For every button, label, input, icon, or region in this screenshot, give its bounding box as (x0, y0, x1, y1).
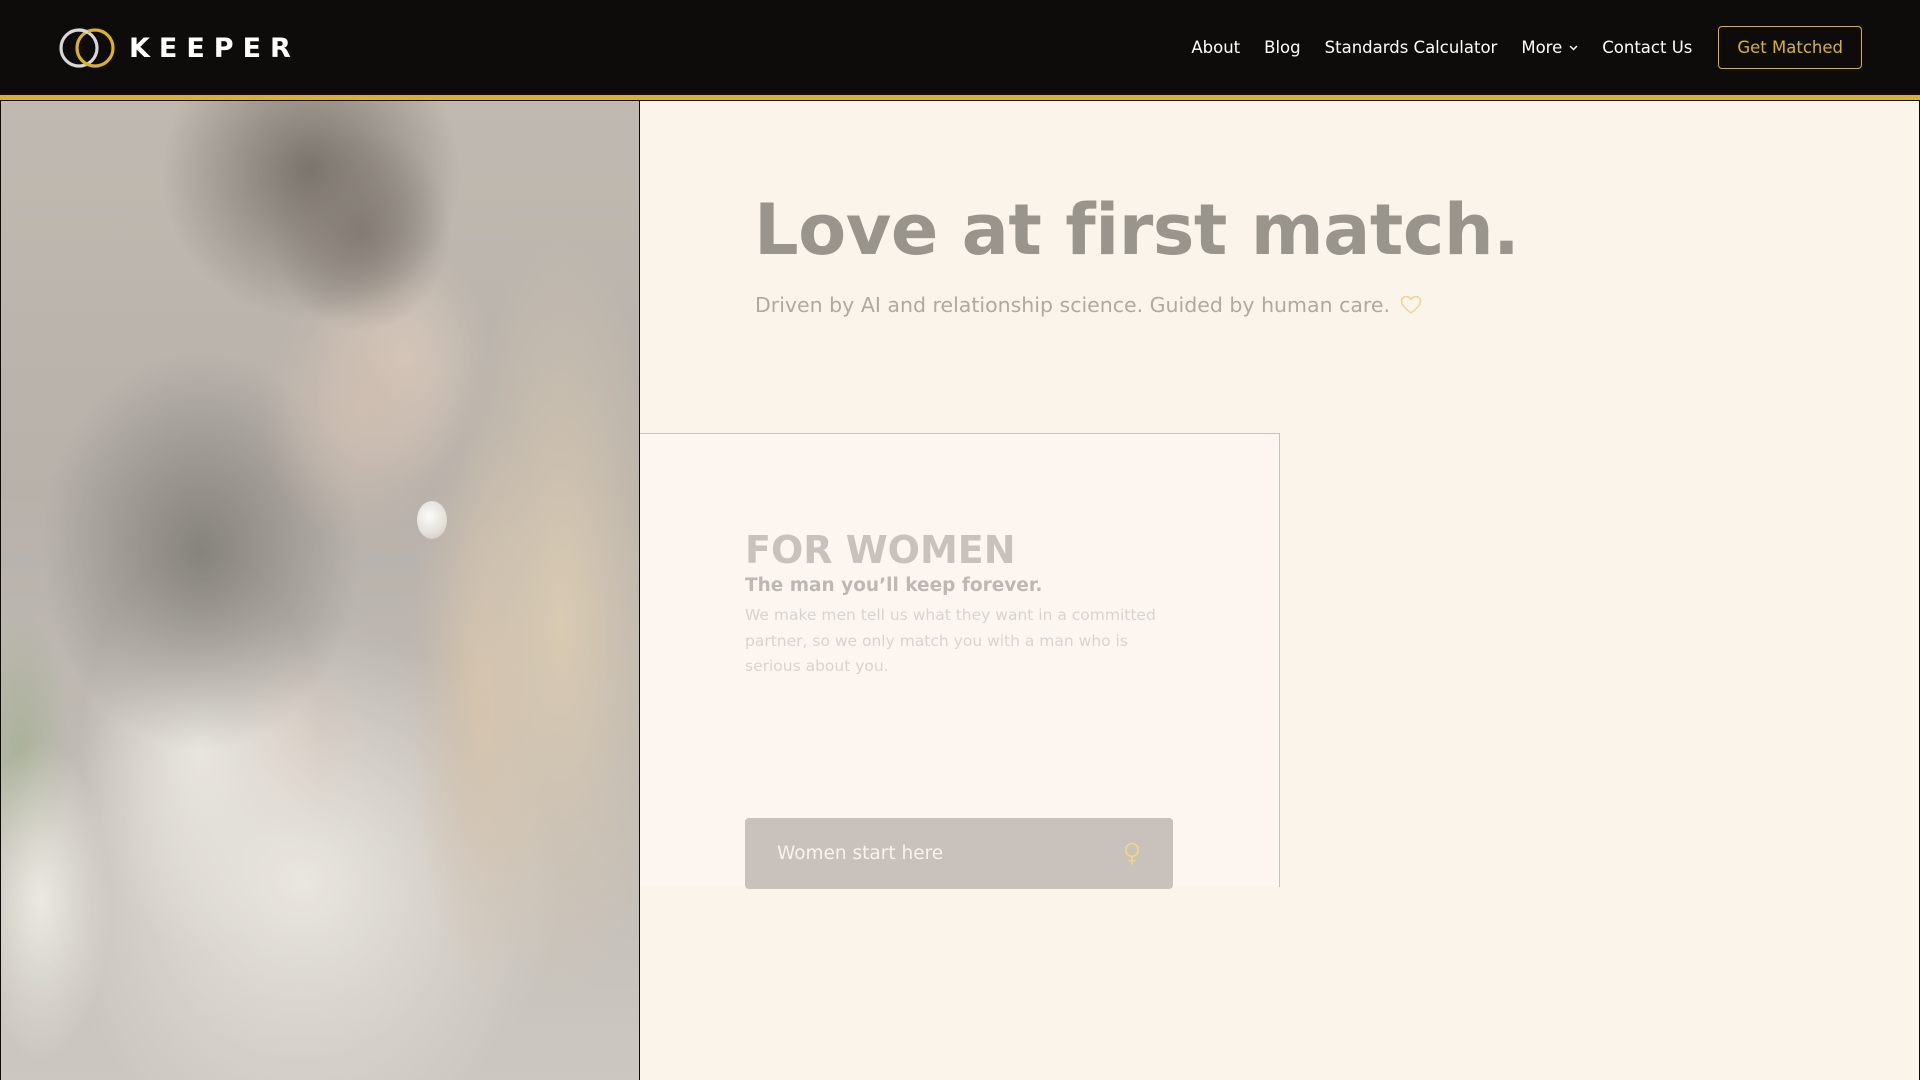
hero-title: Love at first match. (754, 189, 1520, 271)
women-start-here-label: Women start here (777, 843, 944, 864)
brand-name: KEEPER (129, 32, 300, 64)
interlocking-rings-icon (59, 28, 115, 68)
nav-link-blog[interactable]: Blog (1264, 38, 1300, 57)
hero-subtitle-text: Driven by AI and relationship science. G… (755, 293, 1391, 317)
nav-link-contact-us[interactable]: Contact Us (1602, 38, 1692, 57)
card-subtitle: The man you’ll keep forever. (745, 575, 1043, 596)
nav-link-more[interactable]: More (1521, 38, 1578, 57)
hero-subtitle: Driven by AI and relationship science. G… (755, 293, 1422, 317)
heart-outline-icon (1400, 295, 1422, 314)
photo-overlay (1, 101, 639, 1080)
card-title: FOR WOMEN (745, 528, 1016, 572)
for-women-card: FOR WOMEN The man you’ll keep forever. W… (640, 433, 1280, 889)
get-matched-button[interactable]: Get Matched (1718, 26, 1862, 69)
keeper-logo[interactable]: KEEPER (57, 26, 300, 70)
nav-links: About Blog Standards Calculator More Con… (1191, 0, 1920, 95)
female-symbol-icon (1124, 842, 1140, 864)
women-start-here-button[interactable]: Women start here (745, 818, 1173, 889)
chevron-down-icon (1569, 43, 1578, 54)
hero-couple-photo (1, 101, 639, 1080)
card-description: We make men tell us what they want in a … (745, 606, 1156, 675)
top-navigation: KEEPER About Blog Standards Calculator M… (0, 0, 1920, 95)
nav-link-more-label: More (1521, 38, 1563, 57)
hero-section: Love at first match. Driven by AI and re… (640, 101, 1919, 1080)
nav-link-about[interactable]: About (1191, 38, 1240, 57)
nav-link-standards-calculator[interactable]: Standards Calculator (1325, 38, 1498, 57)
